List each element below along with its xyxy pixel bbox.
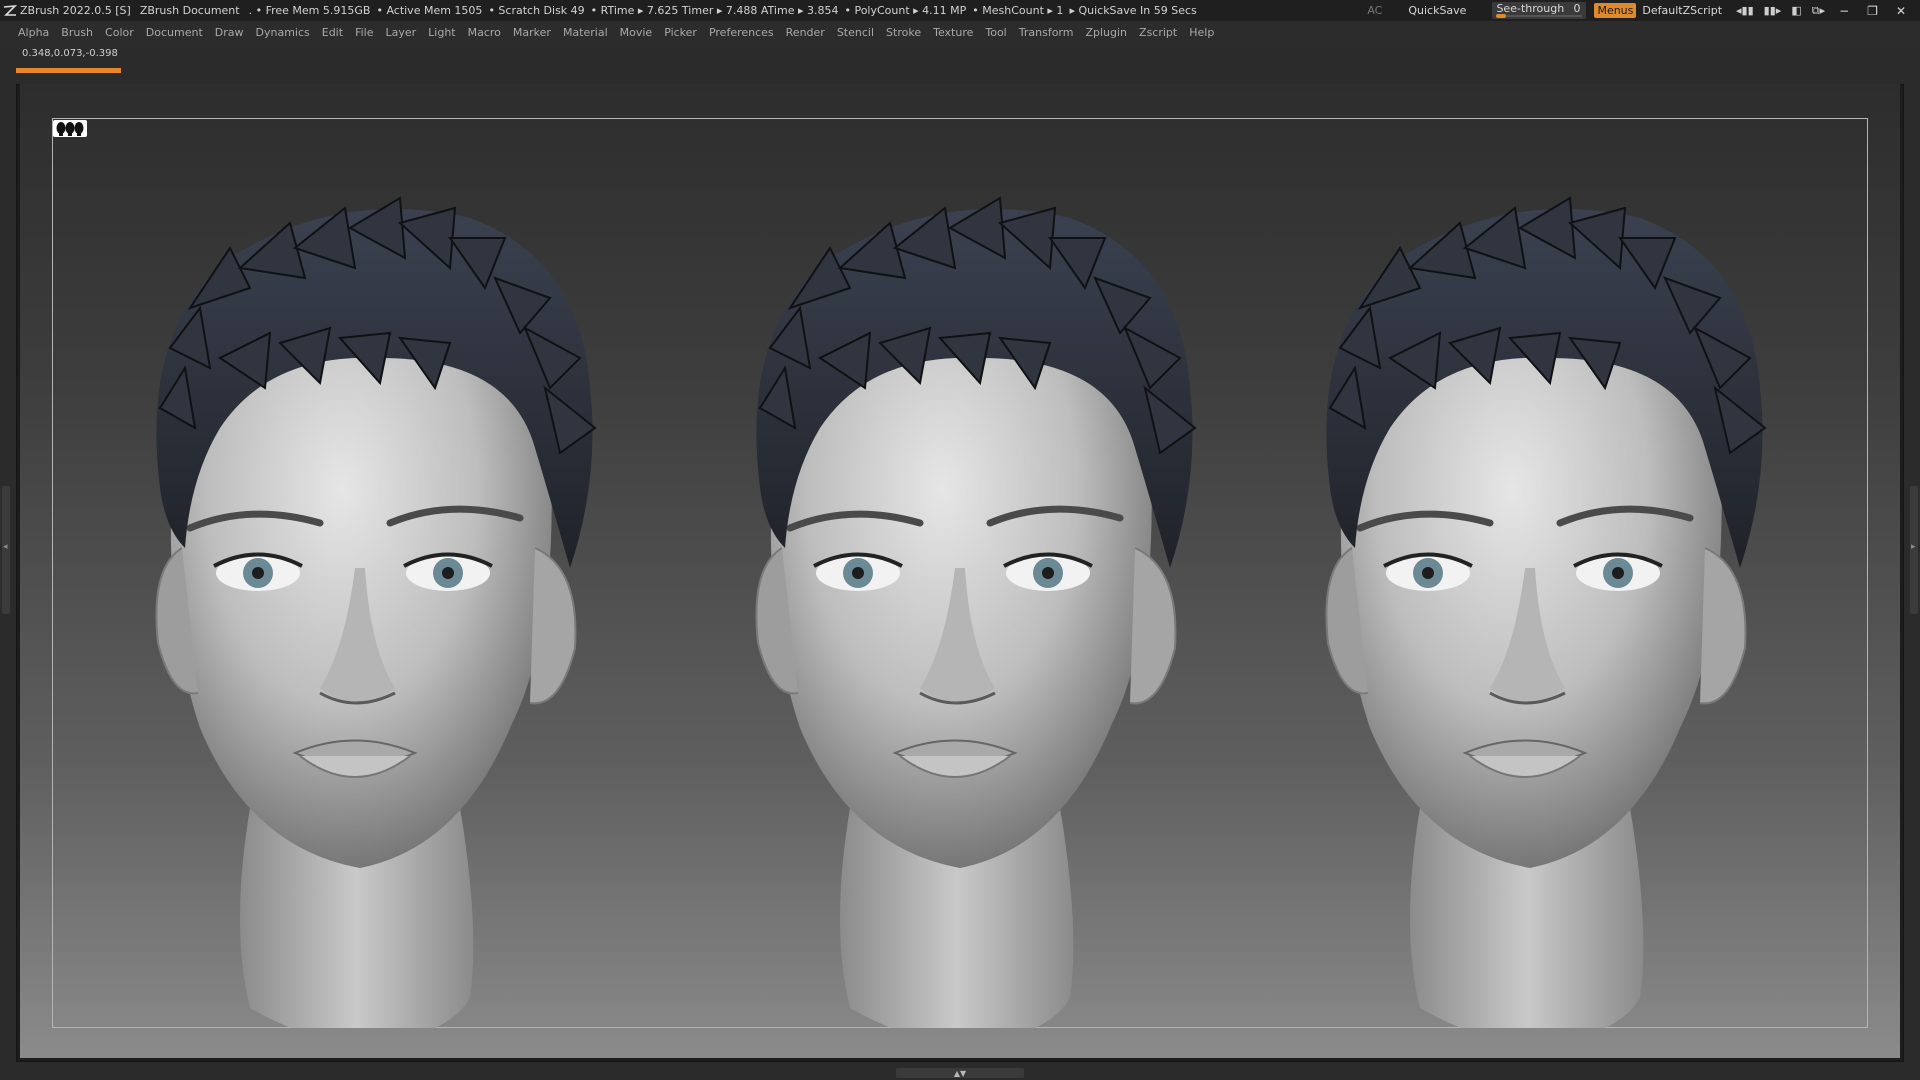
close-icon[interactable]: ✕ (1896, 4, 1906, 18)
menu-light[interactable]: Light (428, 26, 455, 39)
menu-color[interactable]: Color (105, 26, 134, 39)
progress-bar (16, 68, 1516, 73)
menu-tool[interactable]: Tool (985, 26, 1006, 39)
left-tray-arrow-icon: ◂ (3, 542, 8, 552)
head-sculpt-right[interactable] (1250, 128, 1830, 1028)
window-controls: − ❐ ✕ (1839, 4, 1920, 18)
menu-help[interactable]: Help (1189, 26, 1214, 39)
see-through-knob[interactable] (1496, 14, 1507, 18)
stat-scratch-disk: • Scratch Disk 49 (488, 4, 585, 17)
bottom-tray-handle[interactable]: ▲▼ (896, 1068, 1024, 1078)
menu-stencil[interactable]: Stencil (837, 26, 874, 39)
right-tray-arrow-icon: ▸ (1911, 542, 1916, 552)
restore-icon[interactable]: ❐ (1867, 4, 1878, 18)
progress-fill (16, 68, 121, 73)
see-through-slider[interactable]: See-through 0 (1492, 2, 1587, 19)
menu-movie[interactable]: Movie (620, 26, 653, 39)
stat-quicksave-timer: ▸ QuickSave In 59 Secs (1069, 4, 1197, 17)
menu-preferences[interactable]: Preferences (709, 26, 774, 39)
ac-label[interactable]: AC (1367, 4, 1382, 17)
menu-material[interactable]: Material (563, 26, 608, 39)
tray-left-icon[interactable]: ◂▮▮ (1736, 4, 1754, 17)
menu-layer[interactable]: Layer (385, 26, 416, 39)
menu-transform[interactable]: Transform (1019, 26, 1074, 39)
minimize-icon[interactable]: − (1839, 4, 1849, 18)
menu-macro[interactable]: Macro (468, 26, 501, 39)
stat-active-mem: • Active Mem 1505 (376, 4, 483, 17)
status-row: 0.348,0.073,-0.398 (0, 44, 1920, 78)
menu-brush[interactable]: Brush (61, 26, 93, 39)
menu-edit[interactable]: Edit (322, 26, 343, 39)
stat-meshcount: • MeshCount ▸ 1 (972, 4, 1064, 17)
ui-swap-icon[interactable]: ⧉▸ (1812, 4, 1825, 18)
menu-zscript[interactable]: Zscript (1139, 26, 1177, 39)
head-sculpt-center[interactable] (680, 128, 1260, 1028)
menu-bar: Alpha Brush Color Document Draw Dynamics… (0, 21, 1920, 44)
stat-timers: • RTime ▸ 7.625 Timer ▸ 7.488 ATime ▸ 3.… (590, 4, 839, 17)
menu-dynamics[interactable]: Dynamics (256, 26, 310, 39)
ui-layout-icon[interactable]: ◧ (1791, 4, 1801, 17)
menu-document[interactable]: Document (146, 26, 203, 39)
right-tray-handle[interactable]: ▸ (1910, 486, 1918, 614)
layout-icons: ◂▮▮ ▮▮▸ ◧ ⧉▸ (1736, 4, 1825, 18)
default-zscript-button[interactable]: DefaultZScript (1642, 4, 1722, 17)
app-version: ZBrush 2022.0.5 [S] (20, 4, 131, 17)
quicksave-button[interactable]: QuickSave (1408, 4, 1466, 17)
see-through-value: 0 (1573, 2, 1581, 15)
menu-render[interactable]: Render (786, 26, 825, 39)
see-through-label: See-through (1496, 2, 1565, 15)
cursor-coordinates: 0.348,0.073,-0.398 (22, 48, 118, 59)
menu-draw[interactable]: Draw (215, 26, 244, 39)
zbrush-logo-icon (0, 0, 20, 21)
menu-picker[interactable]: Picker (664, 26, 697, 39)
head-sculpt-left[interactable] (80, 128, 660, 1028)
menus-toggle-button[interactable]: Menus (1594, 3, 1637, 18)
menu-marker[interactable]: Marker (513, 26, 551, 39)
menu-zplugin[interactable]: Zplugin (1085, 26, 1127, 39)
left-tray-handle[interactable]: ◂ (2, 486, 10, 614)
menu-stroke[interactable]: Stroke (886, 26, 921, 39)
stat-free-mem: . • Free Mem 5.915GB (248, 4, 371, 17)
tray-right-icon[interactable]: ▮▮▸ (1764, 4, 1782, 17)
title-bar: ZBrush 2022.0.5 [S] ZBrush Document . • … (0, 0, 1920, 21)
menu-file[interactable]: File (355, 26, 373, 39)
menu-texture[interactable]: Texture (933, 26, 973, 39)
document-name: ZBrush Document (139, 4, 240, 17)
see-through-track (1496, 15, 1583, 17)
stats-bar: . • Free Mem 5.915GB • Active Mem 1505 •… (249, 4, 1203, 17)
stat-polycount: • PolyCount ▸ 4.11 MP (844, 4, 967, 17)
bottom-tray-arrow-icon: ▲▼ (953, 1068, 967, 1078)
menu-alpha[interactable]: Alpha (18, 26, 49, 39)
